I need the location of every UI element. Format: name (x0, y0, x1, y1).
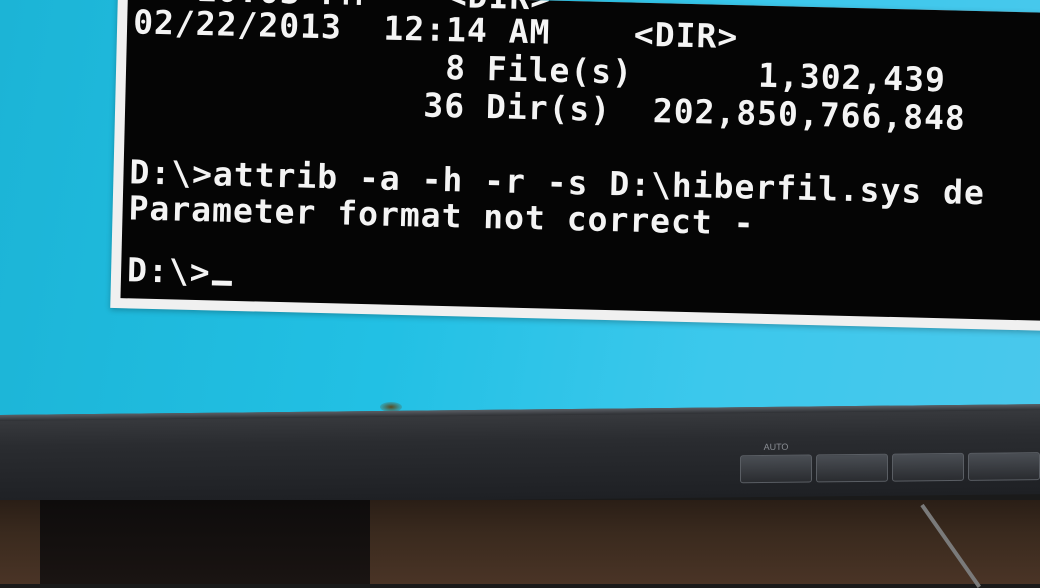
console-window[interactable]: 10:03 PM <DIR> 02/22/2013 12:14 AM <DIR>… (110, 0, 1040, 331)
console-prompt-line[interactable]: D:\> (126, 250, 233, 292)
monitor-button-label: AUTO (763, 441, 789, 453)
console-prompt: D:\> (126, 250, 212, 292)
monitor-controls: AUTO (740, 442, 1040, 484)
monitor-button-2[interactable] (816, 453, 888, 483)
cursor-icon (212, 280, 233, 286)
monitor-auto-button[interactable]: AUTO (740, 442, 812, 484)
monitor-stand (40, 500, 370, 584)
console-output[interactable]: 10:03 PM <DIR> 02/22/2013 12:14 AM <DIR>… (120, 0, 1040, 321)
monitor-bezel: AUTO (0, 404, 1040, 505)
monitor-button-3[interactable] (892, 452, 964, 482)
monitor-button-4[interactable] (968, 452, 1040, 481)
